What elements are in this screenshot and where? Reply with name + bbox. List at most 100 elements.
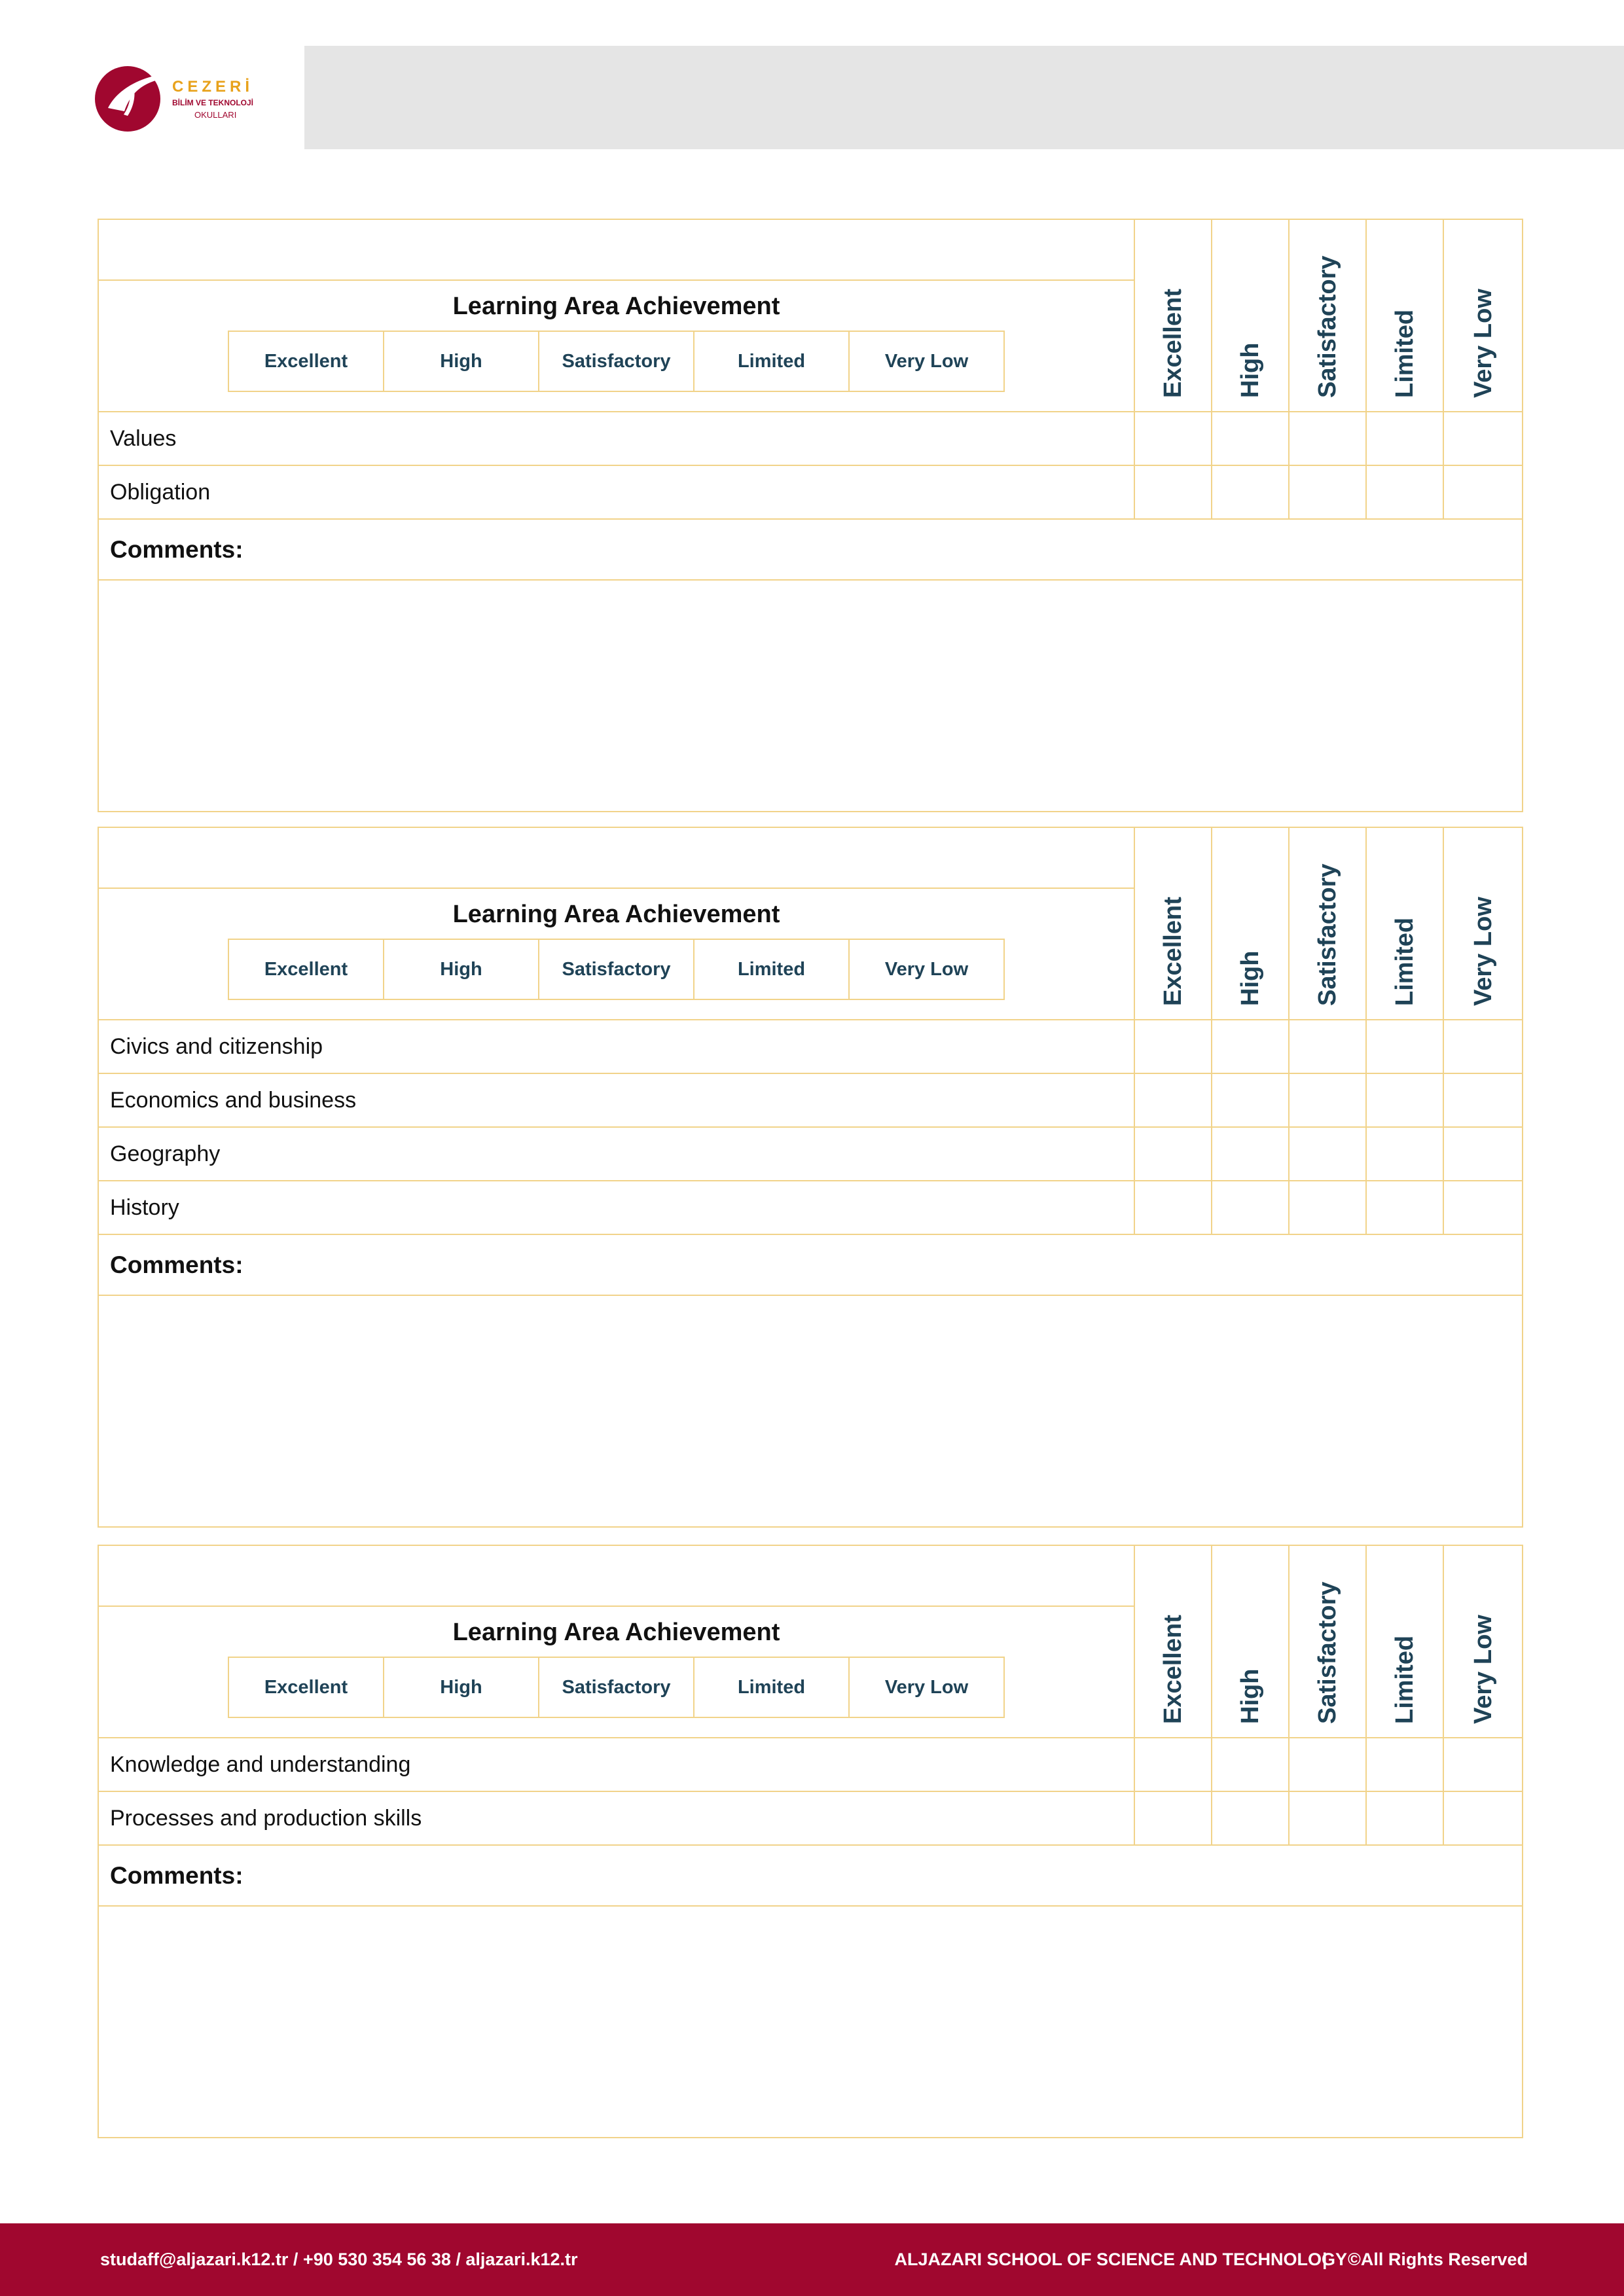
achievement-section-2: Excellent High Satisfactory Limited Very…	[98, 827, 1523, 1528]
rating-cell-high[interactable]	[1211, 1791, 1290, 1846]
scale-very-low: Very Low	[848, 331, 1005, 392]
rating-cell-satisfactory[interactable]	[1288, 1073, 1367, 1128]
footer-bar: studaff@aljazari.k12.tr / +90 530 354 56…	[0, 2223, 1624, 2296]
rating-cell-limited[interactable]	[1365, 1737, 1444, 1792]
rating-cell-excellent[interactable]	[1134, 411, 1212, 466]
header-band	[304, 46, 1624, 149]
comments-box[interactable]	[98, 579, 1523, 812]
rating-cell-excellent[interactable]	[1134, 1737, 1212, 1792]
rating-cell-limited[interactable]	[1365, 1019, 1444, 1074]
rating-cell-limited[interactable]	[1365, 1126, 1444, 1181]
rating-cell-very-low[interactable]	[1443, 411, 1523, 466]
table-row: Obligation	[98, 465, 1523, 520]
learning-area-heading: Learning Area Achievement	[452, 1619, 780, 1646]
rating-cell-satisfactory[interactable]	[1288, 1737, 1367, 1792]
rating-cell-excellent[interactable]	[1134, 1791, 1212, 1846]
row-label: Processes and production skills	[98, 1791, 1135, 1846]
comments-box[interactable]	[98, 1295, 1523, 1528]
comments-label: Comments:	[98, 1234, 1523, 1296]
rating-cell-high[interactable]	[1211, 465, 1290, 520]
column-header-very-low: Very Low	[1443, 827, 1523, 1020]
column-header-limited: Limited	[1365, 1545, 1444, 1738]
achievement-table: Excellent High Satisfactory Limited Very…	[98, 827, 1523, 1528]
rating-cell-high[interactable]	[1211, 1073, 1290, 1128]
rating-scale-legend: Excellent High Satisfactory Limited Very…	[228, 1657, 1005, 1718]
table-row: Economics and business	[98, 1073, 1523, 1128]
rating-cell-limited[interactable]	[1365, 411, 1444, 466]
learning-area-heading-cell: Learning Area Achievement Excellent High…	[98, 1605, 1135, 1738]
header-blank-cell	[98, 827, 1135, 889]
rating-cell-high[interactable]	[1211, 411, 1290, 466]
achievement-table: Excellent High Satisfactory Limited Very…	[98, 1545, 1523, 2138]
rating-cell-limited[interactable]	[1365, 1791, 1444, 1846]
column-header-high: High	[1211, 1545, 1290, 1738]
scale-very-low: Very Low	[848, 1657, 1005, 1718]
rating-cell-high[interactable]	[1211, 1019, 1290, 1074]
column-header-very-low: Very Low	[1443, 1545, 1523, 1738]
column-header-satisfactory: Satisfactory	[1288, 827, 1367, 1020]
school-logo: CEZERİ BİLİM VE TEKNOLOJİ OKULLARI	[95, 66, 253, 132]
achievement-table: Excellent High Satisfactory Limited Very…	[98, 219, 1523, 812]
scale-satisfactory: Satisfactory	[538, 1657, 695, 1718]
rating-cell-excellent[interactable]	[1134, 1180, 1212, 1235]
rating-cell-excellent[interactable]	[1134, 1019, 1212, 1074]
footer-contact: studaff@aljazari.k12.tr / +90 530 354 56…	[100, 2250, 578, 2269]
rating-cell-high[interactable]	[1211, 1180, 1290, 1235]
logo-brand: CEZERİ	[172, 78, 253, 96]
rating-cell-satisfactory[interactable]	[1288, 1180, 1367, 1235]
rating-cell-very-low[interactable]	[1443, 1126, 1523, 1181]
rating-cell-satisfactory[interactable]	[1288, 1791, 1367, 1846]
column-header-very-low: Very Low	[1443, 219, 1523, 412]
scale-high: High	[383, 331, 539, 392]
rating-cell-very-low[interactable]	[1443, 1791, 1523, 1846]
table-row: Knowledge and understanding	[98, 1737, 1523, 1792]
scale-high: High	[383, 939, 539, 1000]
rating-cell-satisfactory[interactable]	[1288, 411, 1367, 466]
rating-cell-satisfactory[interactable]	[1288, 465, 1367, 520]
column-header-excellent: Excellent	[1134, 827, 1212, 1020]
rating-cell-satisfactory[interactable]	[1288, 1019, 1367, 1074]
rating-cell-excellent[interactable]	[1134, 465, 1212, 520]
column-header-high: High	[1211, 219, 1290, 412]
row-label: Values	[98, 411, 1135, 466]
learning-area-heading-cell: Learning Area Achievement Excellent High…	[98, 279, 1135, 412]
scale-very-low: Very Low	[848, 939, 1005, 1000]
row-label: Obligation	[98, 465, 1135, 520]
header-blank-cell	[98, 1545, 1135, 1607]
row-label: Knowledge and understanding	[98, 1737, 1135, 1792]
footer-school-name: ALJAZARI SCHOOL OF SCIENCE AND TECHNOLOG…	[894, 2250, 1347, 2269]
rating-cell-limited[interactable]	[1365, 465, 1444, 520]
rating-cell-very-low[interactable]	[1443, 1180, 1523, 1235]
rating-scale-legend: Excellent High Satisfactory Limited Very…	[228, 331, 1005, 392]
rating-cell-very-low[interactable]	[1443, 465, 1523, 520]
table-row: Geography	[98, 1126, 1523, 1181]
scale-limited: Limited	[693, 1657, 850, 1718]
scale-satisfactory: Satisfactory	[538, 331, 695, 392]
scale-excellent: Excellent	[228, 939, 384, 1000]
table-row: Values	[98, 411, 1523, 466]
column-header-high: High	[1211, 827, 1290, 1020]
comments-label: Comments:	[98, 518, 1523, 581]
rating-cell-high[interactable]	[1211, 1126, 1290, 1181]
learning-area-heading-cell: Learning Area Achievement Excellent High…	[98, 888, 1135, 1020]
rating-cell-very-low[interactable]	[1443, 1019, 1523, 1074]
achievement-section-3: Excellent High Satisfactory Limited Very…	[98, 1545, 1523, 2138]
comments-label: Comments:	[98, 1844, 1523, 1907]
rating-cell-very-low[interactable]	[1443, 1073, 1523, 1128]
rating-cell-limited[interactable]	[1365, 1073, 1444, 1128]
column-header-excellent: Excellent	[1134, 1545, 1212, 1738]
column-header-satisfactory: Satisfactory	[1288, 1545, 1367, 1738]
scale-limited: Limited	[693, 939, 850, 1000]
column-header-limited: Limited	[1365, 827, 1444, 1020]
logo-line3: OKULLARI	[194, 110, 236, 120]
scale-satisfactory: Satisfactory	[538, 939, 695, 1000]
column-header-satisfactory: Satisfactory	[1288, 219, 1367, 412]
rating-cell-satisfactory[interactable]	[1288, 1126, 1367, 1181]
rating-cell-high[interactable]	[1211, 1737, 1290, 1792]
rating-cell-excellent[interactable]	[1134, 1073, 1212, 1128]
rating-cell-excellent[interactable]	[1134, 1126, 1212, 1181]
comments-box[interactable]	[98, 1905, 1523, 2138]
row-label: Civics and citizenship	[98, 1019, 1135, 1074]
rating-cell-limited[interactable]	[1365, 1180, 1444, 1235]
rating-cell-very-low[interactable]	[1443, 1737, 1523, 1792]
